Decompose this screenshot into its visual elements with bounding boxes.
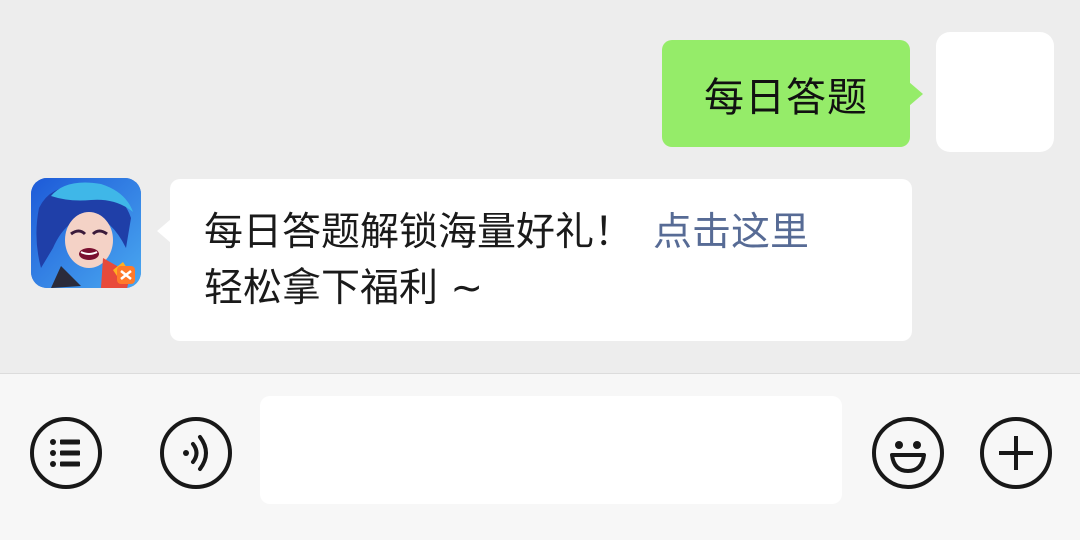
more-options-button[interactable] <box>980 417 1052 489</box>
game-character-avatar-image <box>31 178 141 288</box>
menu-button[interactable] <box>30 417 102 489</box>
chat-area: 每日答题 每日答题解锁海量好礼！ 点击这里 轻松拿下福利 ~ <box>0 0 1080 373</box>
sender-avatar[interactable] <box>31 178 141 288</box>
voice-icon <box>183 435 208 471</box>
voice-button[interactable] <box>160 417 232 489</box>
sent-bubble-tail <box>909 82 923 106</box>
sent-message-bubble[interactable]: 每日答题 <box>662 40 923 147</box>
emoji-icon <box>890 441 926 473</box>
received-message-bubble: 每日答题解锁海量好礼！ 点击这里 轻松拿下福利 ~ <box>157 179 912 341</box>
emoji-button[interactable] <box>872 417 944 489</box>
received-bubble-tail <box>157 219 171 243</box>
menu-list-icon <box>50 439 80 467</box>
received-message-line-2: 轻松拿下福利 ~ <box>204 266 484 311</box>
message-input[interactable] <box>260 396 842 504</box>
click-here-link[interactable]: 点击这里 <box>653 210 809 255</box>
received-message-line-1: 每日答题解锁海量好礼！ 点击这里 <box>204 205 882 261</box>
received-message-text: 每日答题解锁海量好礼！ <box>204 210 634 255</box>
sent-message-row: 每日答题 <box>654 32 1054 152</box>
my-avatar[interactable] <box>936 32 1054 152</box>
sent-message-text: 每日答题 <box>704 74 868 121</box>
plus-icon <box>999 436 1033 470</box>
chat-input-toolbar <box>0 373 1080 540</box>
